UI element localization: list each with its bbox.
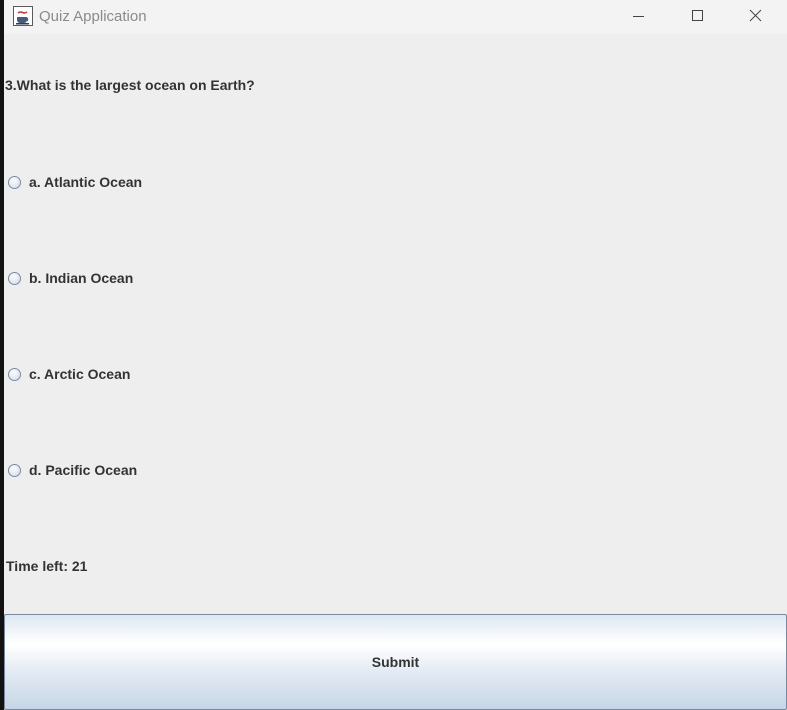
option-b-label[interactable]: b. Indian Ocean bbox=[29, 270, 133, 286]
maximize-icon bbox=[692, 10, 703, 21]
java-cup-icon bbox=[13, 6, 33, 26]
option-a-label[interactable]: a. Atlantic Ocean bbox=[29, 174, 142, 190]
submit-button[interactable]: Submit bbox=[4, 614, 787, 710]
window-title: Quiz Application bbox=[39, 8, 147, 25]
option-a[interactable]: a. Atlantic Ocean bbox=[8, 172, 142, 192]
option-c-label[interactable]: c. Arctic Ocean bbox=[29, 366, 130, 382]
time-left-label: Time left: 21 bbox=[6, 558, 88, 574]
title-bar[interactable]: Quiz Application bbox=[4, 0, 787, 34]
radio-button-a[interactable] bbox=[8, 175, 21, 189]
option-b[interactable]: b. Indian Ocean bbox=[8, 268, 133, 288]
close-button[interactable] bbox=[727, 0, 785, 34]
quiz-window: Quiz Application 3.What is the largest o… bbox=[4, 0, 787, 710]
close-icon bbox=[749, 9, 762, 22]
question-text: 3.What is the largest ocean on Earth? bbox=[5, 77, 255, 93]
radio-button-c[interactable] bbox=[8, 367, 21, 381]
radio-button-d[interactable] bbox=[8, 463, 21, 477]
minimize-icon bbox=[633, 16, 644, 17]
option-d[interactable]: d. Pacific Ocean bbox=[8, 460, 137, 480]
minimize-button[interactable] bbox=[609, 0, 667, 34]
option-c[interactable]: c. Arctic Ocean bbox=[8, 364, 130, 384]
option-d-label[interactable]: d. Pacific Ocean bbox=[29, 462, 137, 478]
radio-button-b[interactable] bbox=[8, 271, 21, 285]
maximize-button[interactable] bbox=[668, 0, 726, 34]
